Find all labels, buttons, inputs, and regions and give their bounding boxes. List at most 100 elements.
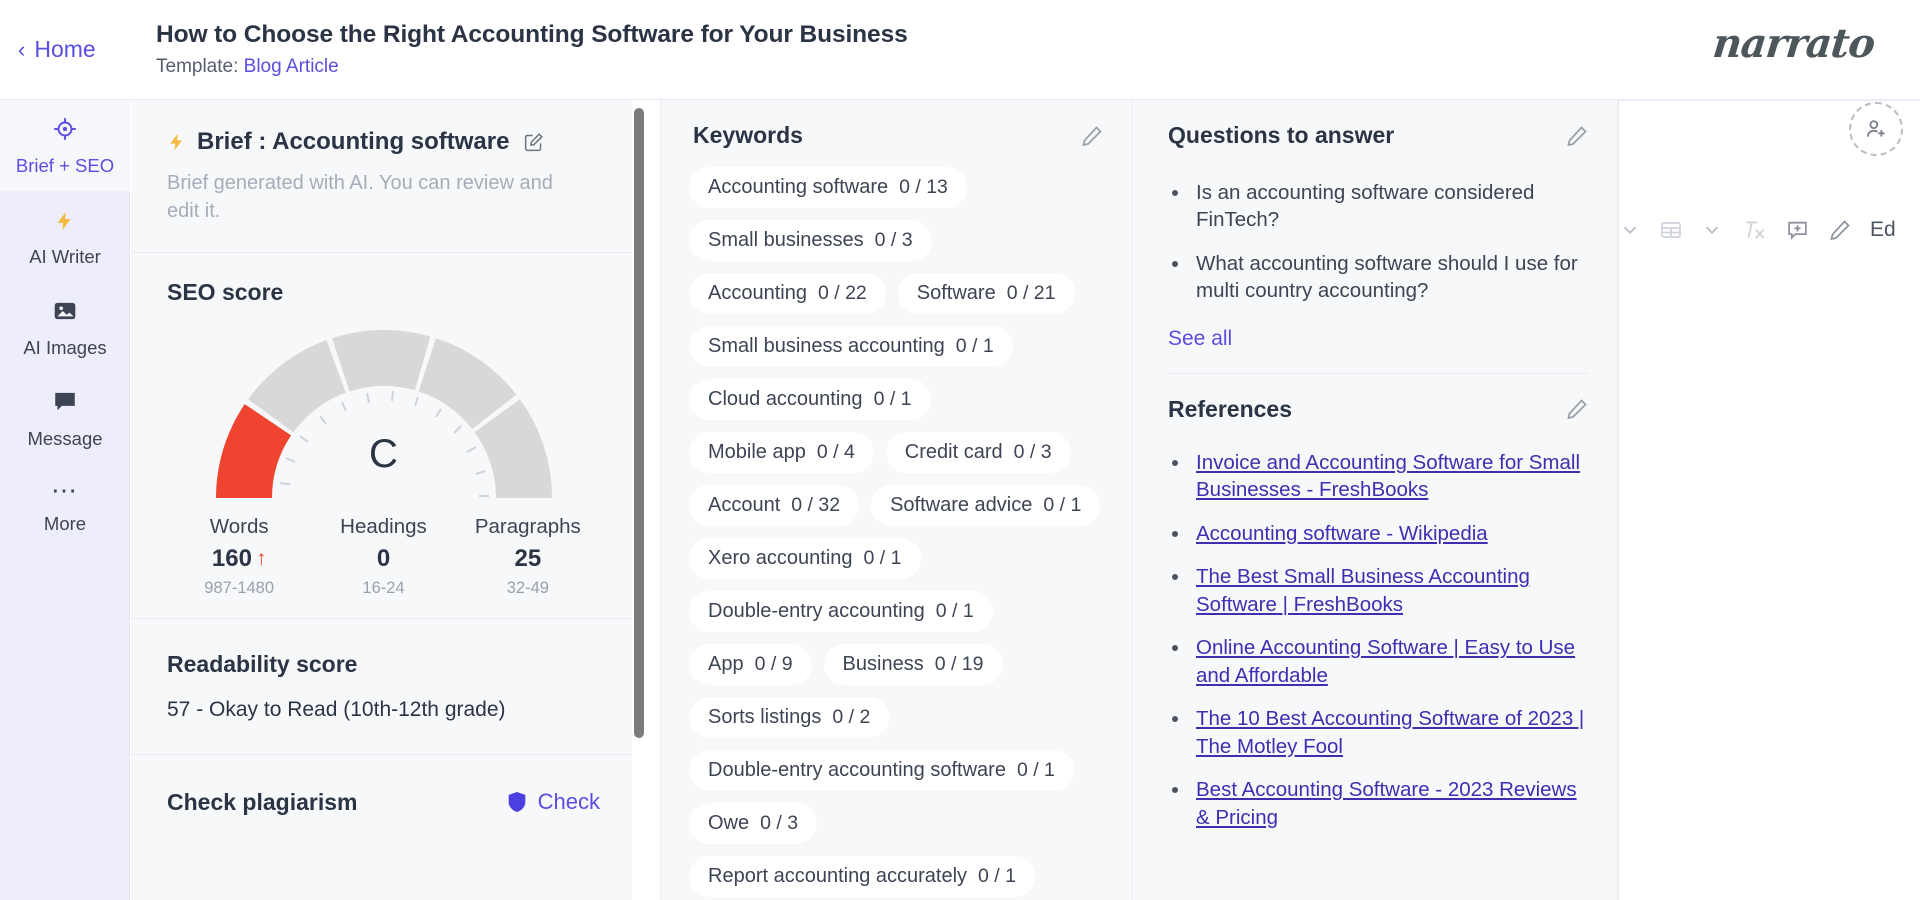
app-root: ‹ Home How to Choose the Right Accountin… [0, 0, 1920, 900]
reference-link[interactable]: The Best Small Business Accounting Softw… [1196, 565, 1530, 615]
readability-value: 57 - Okay to Read (10th-12th grade) [167, 697, 506, 721]
keyword-pill[interactable]: Cloud accounting 0 / 1 [689, 379, 931, 420]
keyword-term: Sorts listings [708, 706, 822, 728]
seo-gauge: C [194, 320, 574, 505]
home-back-button[interactable]: ‹ Home [18, 36, 138, 63]
pencil-icon[interactable] [1080, 124, 1104, 148]
reference-item: Best Accounting Software - 2023 Reviews … [1168, 776, 1587, 831]
editor-mode-label[interactable]: Ed [1870, 218, 1896, 242]
keyword-pill[interactable]: Double-entry accounting software 0 / 1 [689, 750, 1074, 791]
keyword-pill[interactable]: Software 0 / 21 [897, 273, 1075, 314]
reference-link[interactable]: Online Accounting Software | Easy to Use… [1196, 636, 1575, 686]
keyword-count: 0 / 3 [874, 229, 913, 251]
add-person-icon[interactable] [1849, 102, 1903, 156]
lightning-bolt-icon [0, 207, 130, 241]
readability-heading: Readability score [167, 650, 358, 677]
stat-value-row: 25 [456, 545, 600, 573]
keywords-panel: Keywords Accounting software 0 / 13 Small… [660, 100, 1133, 900]
divider [1619, 100, 1920, 101]
reference-item: The 10 Best Accounting Software of 2023 … [1168, 705, 1587, 760]
keyword-pill[interactable]: Report accounting accurately 0 / 1 [689, 856, 1035, 897]
stat-range: 987-1480 [204, 578, 275, 597]
keyword-pill[interactable]: Small businesses 0 / 3 [689, 220, 932, 261]
reference-link[interactable]: Accounting software - Wikipedia [1196, 522, 1488, 545]
sidebar-item-ai-writer[interactable]: AI Writer [0, 191, 130, 282]
pencil-icon[interactable] [1565, 397, 1589, 421]
keyword-pill[interactable]: Xero accounting 0 / 1 [689, 538, 921, 579]
references-title: References [1168, 395, 1293, 422]
reference-item: Invoice and Accounting Software for Smal… [1168, 449, 1587, 504]
reference-item: Accounting software - Wikipedia [1168, 520, 1587, 547]
edit-square-icon[interactable] [523, 132, 544, 153]
keyword-count: 0 / 1 [863, 547, 902, 569]
keyword-pill[interactable]: App 0 / 9 [689, 644, 812, 685]
references-header: References [1134, 374, 1617, 423]
keyword-count: 0 / 32 [791, 494, 841, 516]
reference-link[interactable]: Best Accounting Software - 2023 Reviews … [1196, 778, 1577, 828]
shield-icon [507, 791, 527, 813]
template-link[interactable]: Blog Article [244, 56, 339, 77]
sidebar-item-ai-images[interactable]: AI Images [0, 282, 130, 373]
sidebar-item-label: Brief + SEO [15, 155, 115, 176]
narrato-logo: narrato [1710, 20, 1877, 67]
stat-paragraphs: Paragraphs 25 32-49 [456, 515, 600, 598]
stat-label: Words [209, 514, 269, 538]
keyword-pill[interactable]: Small business accounting 0 / 1 [689, 326, 1013, 367]
keyword-count: 0 / 19 [934, 653, 984, 675]
questions-list: Is an accounting software considered Fin… [1134, 149, 1617, 305]
editor-area: Ed [1619, 100, 1920, 900]
keyword-count: 0 / 1 [955, 335, 994, 357]
left-nav-rail: Brief + SEO AI Writer AI Images Message … [0, 100, 130, 900]
clear-formatting-icon[interactable] [1741, 217, 1767, 243]
pencil-icon[interactable] [1565, 124, 1589, 148]
keyword-term: Double-entry accounting [708, 600, 925, 622]
seo-score-heading: SEO score [167, 278, 284, 305]
keyword-count: 0 / 3 [760, 812, 799, 834]
reference-link[interactable]: The 10 Best Accounting Software of 2023 … [1196, 707, 1584, 757]
chevron-down-icon[interactable] [1619, 219, 1641, 241]
keyword-term: Accounting [708, 282, 807, 304]
sidebar-item-message[interactable]: Message [0, 373, 130, 464]
keyword-pill[interactable]: Business 0 / 19 [823, 644, 1003, 685]
add-comment-icon[interactable] [1785, 218, 1810, 243]
sidebar-item-brief-seo[interactable]: Brief + SEO [0, 100, 130, 191]
chevron-down-icon[interactable] [1701, 219, 1723, 241]
keyword-pill[interactable]: Double-entry accounting 0 / 1 [689, 591, 993, 632]
keyword-count: 0 / 9 [754, 653, 793, 675]
keyword-pill[interactable]: Credit card 0 / 3 [885, 432, 1071, 473]
see-all-questions-link[interactable]: See all [1168, 327, 1232, 351]
keyword-pill[interactable]: Accounting 0 / 22 [689, 273, 886, 314]
keyword-pill[interactable]: Mobile app 0 / 4 [689, 432, 874, 473]
pencil-icon[interactable] [1828, 218, 1852, 242]
keyword-pill[interactable]: Software advice 0 / 1 [871, 485, 1101, 526]
table-icon[interactable] [1659, 218, 1683, 242]
keyword-pill[interactable]: Accounting software 0 / 13 [689, 167, 967, 208]
brief-description: Brief generated with AI. You can review … [167, 172, 553, 223]
keyword-count: 0 / 4 [816, 441, 855, 463]
keyword-term: Software advice [890, 494, 1033, 516]
plagiarism-row: Check plagiarism Check [167, 789, 600, 816]
keyword-count: 0 / 3 [1013, 441, 1052, 463]
questions-header: Questions to answer [1134, 100, 1617, 149]
reference-link[interactable]: Invoice and Accounting Software for Smal… [1196, 451, 1580, 501]
keyword-pill[interactable]: Owe 0 / 3 [689, 803, 818, 844]
keyword-count: 0 / 1 [1016, 759, 1055, 781]
seo-grade: C [369, 431, 398, 476]
check-plagiarism-button[interactable]: Check [507, 789, 600, 815]
sidebar-item-label: AI Writer [29, 246, 101, 267]
keyword-term: Double-entry accounting software [708, 759, 1006, 781]
image-icon [0, 298, 130, 332]
keyword-term: Small businesses [708, 229, 864, 251]
keyword-term: App [708, 653, 744, 675]
reference-item: The Best Small Business Accounting Softw… [1168, 563, 1587, 618]
readability-section: Readability score 57 - Okay to Read (10t… [131, 619, 636, 754]
keyword-term: Owe [708, 812, 750, 834]
stat-value-row: 160 ↑ [167, 545, 311, 573]
stat-label: Headings [340, 514, 427, 538]
sidebar-item-more[interactable]: ⋯ More [0, 464, 130, 549]
keyword-pill[interactable]: Sorts listings 0 / 2 [689, 697, 890, 738]
keyword-pill[interactable]: Account 0 / 32 [689, 485, 860, 526]
questions-title: Questions to answer [1168, 122, 1395, 148]
seo-panel-scrollbar-thumb[interactable] [634, 108, 644, 738]
home-label: Home [34, 36, 96, 62]
